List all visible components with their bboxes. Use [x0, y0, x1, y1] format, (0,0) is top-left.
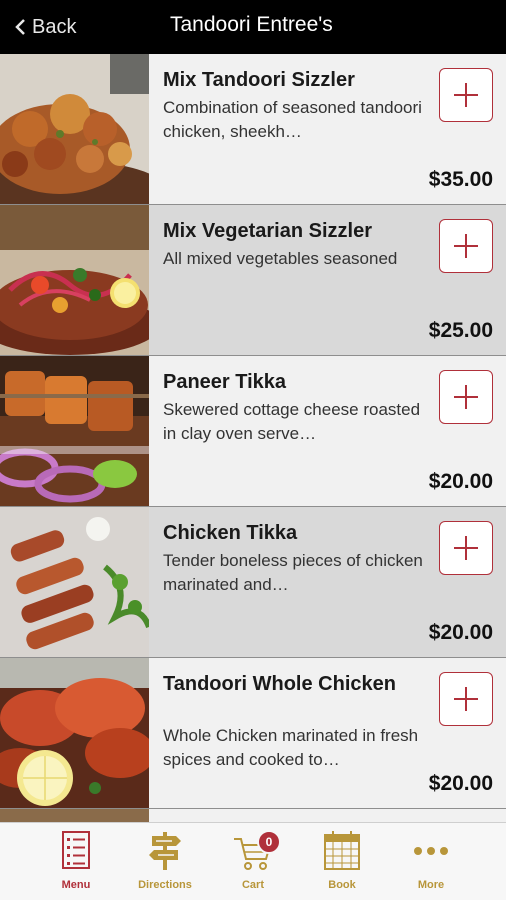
dish-image [0, 54, 149, 204]
plus-icon [454, 83, 478, 107]
item-name: Mix Vegetarian Sizzler [163, 220, 372, 242]
item-description: Combination of seasoned tandoori chicken… [163, 98, 422, 141]
add-to-cart-button[interactable] [439, 370, 493, 424]
menu-item[interactable]: Mix Vegetarian Sizzler All mixed vegetab… [0, 205, 506, 356]
item-name: Chicken Tikka [163, 522, 298, 544]
tab-menu[interactable]: Menu [31, 829, 121, 895]
more-dots-icon [414, 847, 448, 855]
dish-image [0, 356, 149, 506]
item-description: All mixed vegetables seasoned [163, 249, 398, 268]
tab-label: Book [328, 879, 356, 891]
menu-item-partial[interactable] [0, 809, 506, 822]
item-description: Skewered cottage cheese roasted in clay … [163, 400, 421, 443]
item-price: $20.00 [428, 621, 493, 644]
menu-list-icon [62, 831, 90, 869]
add-to-cart-button[interactable] [439, 68, 493, 122]
tab-book[interactable]: Book [297, 829, 387, 895]
item-name: Mix Tandoori Sizzler [163, 69, 355, 91]
item-price: $25.00 [428, 319, 493, 342]
tab-label: Directions [138, 879, 192, 891]
tab-directions[interactable]: Directions [120, 829, 210, 895]
menu-item-list[interactable]: Mix Tandoori Sizzler Combination of seas… [0, 54, 506, 822]
item-description: Tender boneless pieces of chicken marina… [163, 551, 423, 594]
menu-item[interactable]: Chicken Tikka Tender boneless pieces of … [0, 507, 506, 658]
add-to-cart-button[interactable] [439, 672, 493, 726]
tab-more[interactable]: More [386, 829, 476, 895]
tab-label: More [417, 879, 445, 891]
menu-item[interactable]: Mix Tandoori Sizzler Combination of seas… [0, 54, 506, 205]
item-price: $20.00 [428, 470, 493, 493]
chevron-left-icon [15, 19, 25, 35]
top-bar: Back Tandoori Entree's [0, 0, 506, 54]
plus-icon [454, 234, 478, 258]
plus-icon [454, 687, 478, 711]
item-price: $20.00 [428, 772, 493, 795]
add-to-cart-button[interactable] [439, 521, 493, 575]
item-price: $35.00 [428, 168, 493, 191]
tab-label: Menu [61, 879, 91, 891]
dish-image [0, 658, 149, 808]
calendar-icon [324, 831, 360, 870]
add-to-cart-button[interactable] [439, 219, 493, 273]
item-name: Tandoori Whole Chicken [163, 673, 396, 695]
menu-item[interactable]: Paneer Tikka Skewered cottage cheese roa… [0, 356, 506, 507]
signpost-icon [149, 832, 181, 870]
back-label: Back [32, 15, 77, 38]
tab-cart[interactable]: 0 Cart [208, 829, 298, 895]
page-title: Tandoori Entree's [170, 13, 333, 36]
dish-image [0, 507, 149, 657]
plus-icon [454, 385, 478, 409]
item-description: Whole Chicken marinated in fresh spices … [163, 726, 419, 769]
back-button[interactable]: Back [14, 14, 76, 40]
item-name: Paneer Tikka [163, 371, 287, 393]
plus-icon [454, 536, 478, 560]
menu-item[interactable]: Tandoori Whole Chicken Whole Chicken mar… [0, 658, 506, 809]
dish-image [0, 809, 149, 822]
dish-image [0, 205, 149, 355]
tab-label: Cart [241, 879, 264, 891]
bottom-tab-bar: Menu Directions 0 Cart Book More [0, 822, 506, 900]
cart-count-badge: 0 [257, 830, 281, 854]
